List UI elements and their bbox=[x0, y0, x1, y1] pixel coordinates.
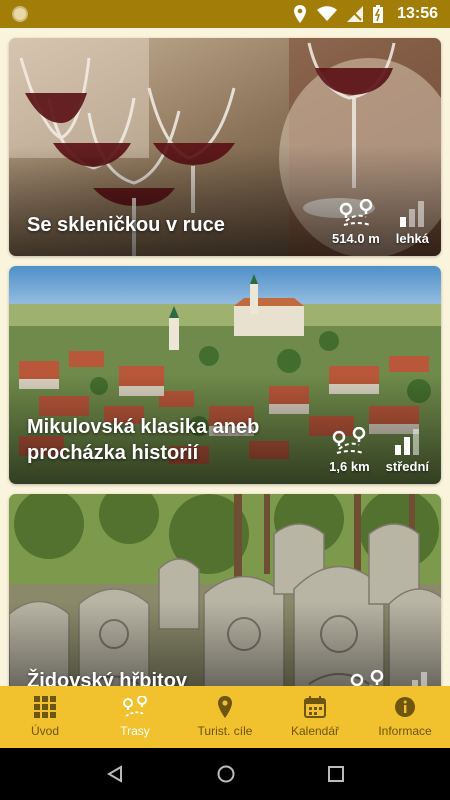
bottom-navigation: Úvod Trasy Turist. cíle Kalendář Informa… bbox=[0, 686, 450, 748]
info-icon bbox=[395, 697, 415, 717]
nav-label: Trasy bbox=[120, 724, 150, 738]
route-difficulty: lehká bbox=[396, 199, 429, 246]
route-stats bbox=[349, 670, 429, 686]
battery-icon bbox=[373, 5, 384, 23]
route-distance-icon bbox=[333, 427, 366, 454]
difficulty-bars-icon bbox=[395, 429, 420, 455]
nav-label: Informace bbox=[378, 724, 432, 738]
location-pin-icon bbox=[218, 696, 232, 718]
difficulty-bars-icon bbox=[400, 201, 425, 227]
calendar-icon bbox=[304, 696, 326, 718]
clock: 13:56 bbox=[397, 5, 438, 22]
wifi-icon bbox=[317, 6, 338, 21]
route-icon bbox=[123, 696, 147, 717]
location-icon bbox=[294, 5, 307, 23]
nav-label: Úvod bbox=[30, 724, 59, 738]
home-icon[interactable] bbox=[217, 765, 235, 783]
route-distance-icon bbox=[339, 199, 373, 226]
no-signal-icon bbox=[347, 6, 364, 22]
status-bar: 13:56 bbox=[0, 0, 450, 28]
difficulty-bars-icon bbox=[412, 672, 427, 686]
nav-label: Kalendář bbox=[290, 724, 340, 738]
route-stats: 514.0 m lehká bbox=[332, 199, 429, 246]
nav-trasy[interactable]: Trasy bbox=[90, 686, 180, 748]
route-distance-icon bbox=[350, 670, 384, 686]
route-difficulty-value: lehká bbox=[395, 231, 429, 246]
route-distance: 1,6 km bbox=[329, 427, 370, 474]
route-card[interactable]: Mikulovská klasika aneb procházka histor… bbox=[9, 266, 441, 484]
route-difficulty: střední bbox=[386, 427, 429, 474]
route-distance: 514.0 m bbox=[332, 199, 380, 246]
nav-kalendar[interactable]: Kalendář bbox=[270, 686, 360, 748]
app-notification-icon bbox=[12, 6, 28, 22]
route-difficulty-value: střední bbox=[385, 459, 429, 474]
nav-uvod[interactable]: Úvod bbox=[0, 686, 90, 748]
route-distance-value: 1,6 km bbox=[329, 459, 370, 474]
route-card[interactable]: Se skleničkou v ruce 514.0 m lehká bbox=[9, 38, 441, 256]
nav-turist-cile[interactable]: Turist. cíle bbox=[180, 686, 270, 748]
route-distance-value: 514.0 m bbox=[332, 231, 380, 246]
route-title: Mikulovská klasika aneb procházka histor… bbox=[27, 416, 260, 464]
nav-informace[interactable]: Informace bbox=[360, 686, 450, 748]
grid-icon bbox=[34, 696, 56, 718]
route-title: Se skleničkou v ruce bbox=[27, 214, 225, 236]
route-card[interactable]: Židovský hřbitov bbox=[9, 494, 441, 686]
route-title: Židovský hřbitov bbox=[27, 670, 188, 686]
system-navigation-bar bbox=[0, 748, 450, 800]
route-distance bbox=[349, 670, 385, 686]
recents-icon[interactable] bbox=[327, 766, 344, 782]
nav-label: Turist. cíle bbox=[197, 724, 253, 738]
back-icon[interactable] bbox=[106, 765, 124, 783]
route-list[interactable]: Se skleničkou v ruce 514.0 m lehká Mikul… bbox=[0, 28, 450, 686]
route-difficulty bbox=[401, 670, 429, 686]
route-stats: 1,6 km střední bbox=[329, 427, 429, 474]
